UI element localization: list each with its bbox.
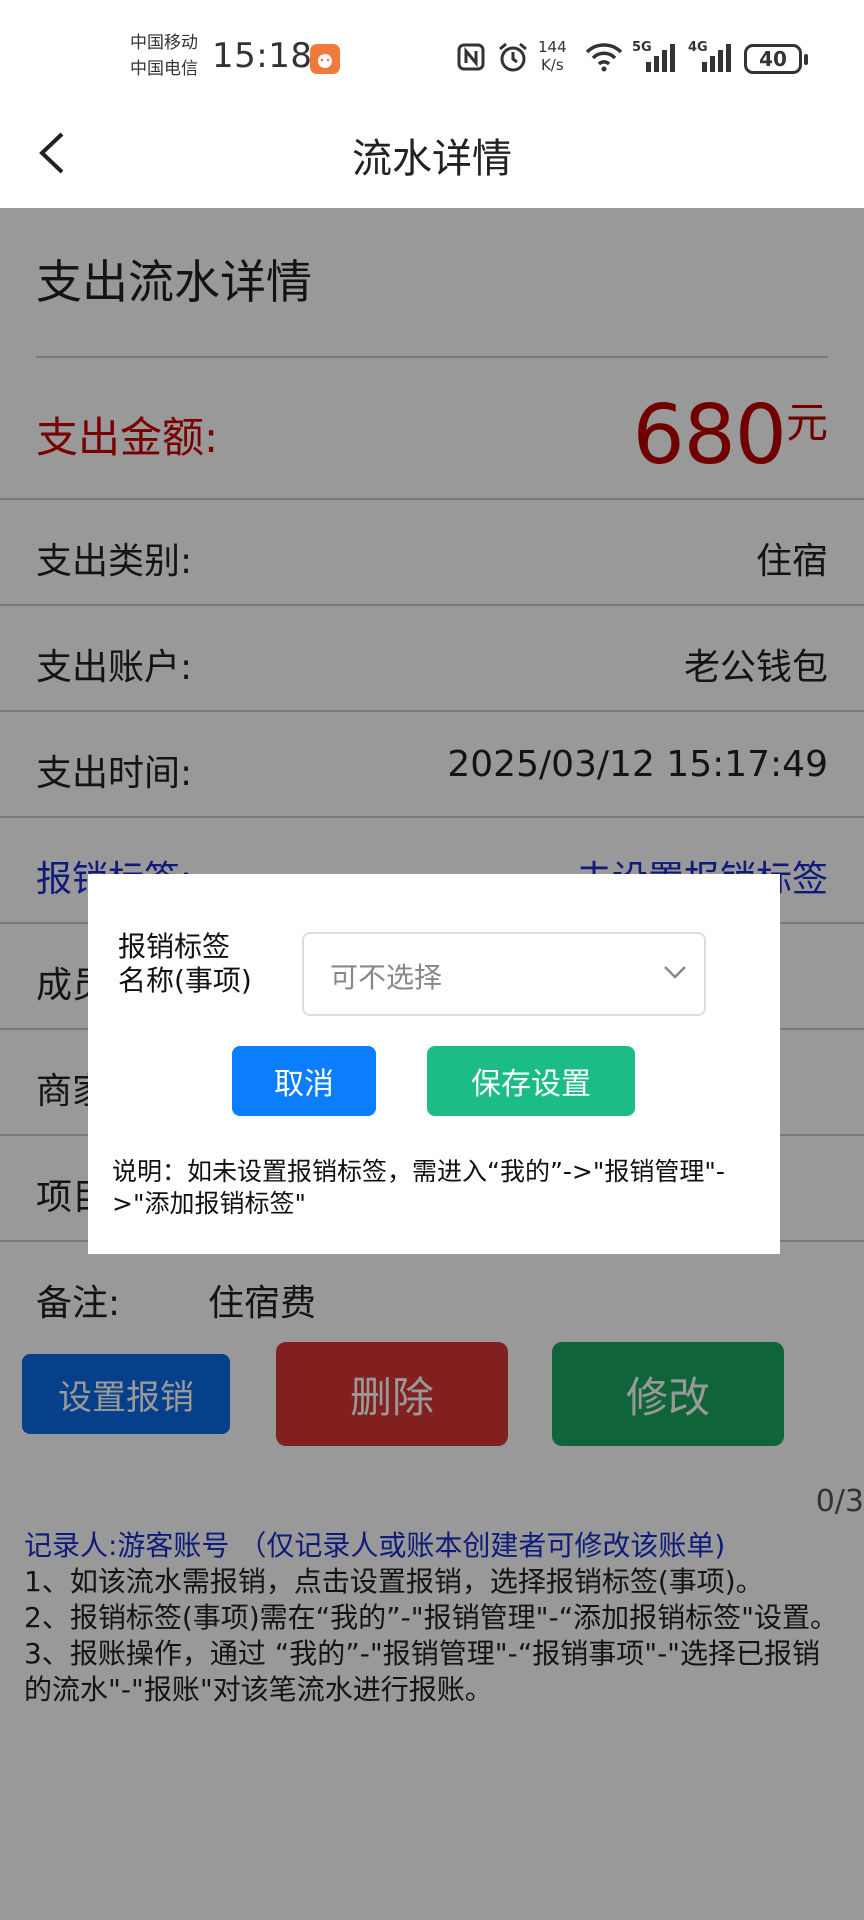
signal-4g-label: 4G	[688, 40, 708, 55]
battery-icon: 40	[744, 44, 808, 74]
wifi-icon	[584, 40, 624, 74]
tag-name-label: 报销标签 名称(事项)	[118, 930, 252, 998]
tag-select[interactable]: 可不选择	[302, 932, 706, 1016]
net-speed-value: 144	[538, 38, 567, 56]
page-title: 流水详情	[352, 136, 512, 182]
net-speed: 144 K/s	[538, 38, 567, 74]
signal-5g-label: 5G	[632, 40, 652, 55]
signal-4g-icon: 4G	[688, 40, 736, 74]
net-speed-unit: K/s	[540, 56, 564, 74]
carrier-2: 中国电信	[130, 59, 198, 79]
nfc-icon	[456, 40, 486, 74]
tag-select-placeholder: 可不选择	[330, 961, 443, 994]
chevron-down-icon	[662, 962, 688, 982]
reimburse-dialog: 报销标签 名称(事项) 可不选择 取消 保存设置 说明：如未设置报销标签，需进入…	[88, 874, 780, 1254]
clock: 15:18	[212, 36, 313, 76]
save-settings-button[interactable]: 保存设置	[427, 1046, 635, 1116]
signal-5g-icon: 5G	[632, 40, 680, 74]
tag-name-label-line1: 报销标签	[118, 930, 231, 963]
alarm-icon	[496, 40, 530, 74]
dialog-note: 说明：如未设置报销标签，需进入“我的”->"报销管理"->"添加报销标签"	[112, 1157, 725, 1218]
carrier-1: 中国移动	[130, 33, 198, 53]
cancel-button[interactable]: 取消	[232, 1046, 376, 1116]
tag-name-label-line2: 名称(事项)	[118, 964, 252, 997]
app-notification-icon	[310, 44, 340, 74]
